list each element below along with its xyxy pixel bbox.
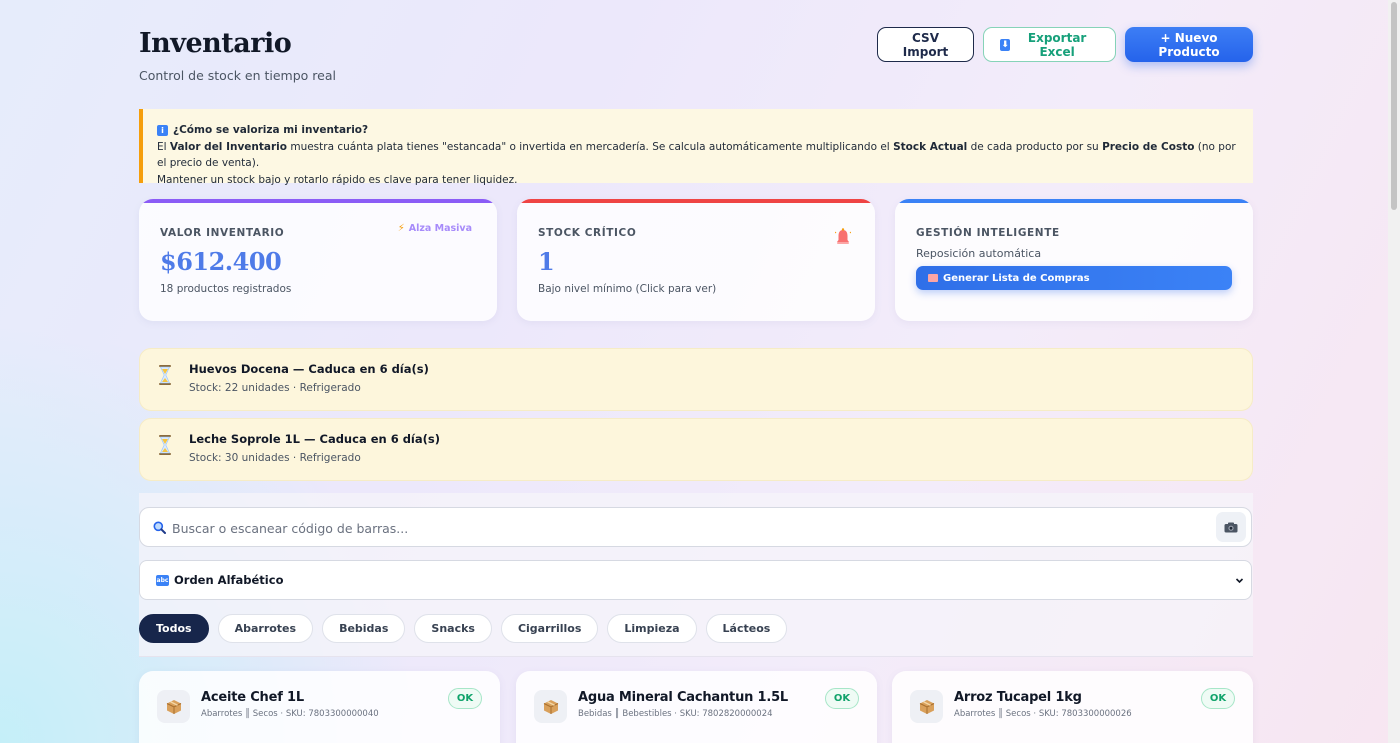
product-meta: Abarrotes ║ Secos · SKU: 7803300000040 <box>201 709 379 719</box>
search-box <box>139 507 1252 547</box>
category-chip-todos[interactable]: Todos <box>139 614 209 643</box>
critical-stock-label: STOCK CRÍTICO <box>538 227 637 239</box>
bulk-raise-button[interactable]: ⚡ Alza Masiva <box>398 223 472 234</box>
barcode-camera-button[interactable] <box>1216 512 1246 542</box>
info-text-3: de cada producto por su <box>967 140 1103 153</box>
inventory-page: Inventario Control de stock en tiempo re… <box>139 0 1253 743</box>
alert-sub: Stock: 30 unidades · Refrigerado <box>189 452 361 464</box>
info-text-5: Mantener un stock bajo y rotarlo rápido … <box>157 173 518 186</box>
chip-label: Bebidas <box>339 622 389 635</box>
alert-title: Leche Soprole 1L — Caduca en 6 día(s) <box>189 432 440 446</box>
smart-management-sub: Reposición automática <box>916 247 1042 260</box>
page-subtitle: Control de stock en tiempo real <box>139 68 336 83</box>
csv-import-label: CSV Import <box>902 30 949 59</box>
smart-management-label: GESTIÓN INTELIGENTE <box>916 227 1060 239</box>
new-product-button[interactable]: + Nuevo Producto <box>1125 27 1253 62</box>
critical-stock-count: 1 <box>538 247 555 276</box>
hourglass-icon <box>159 435 171 455</box>
inventory-value-card: VALOR INVENTARIO ⚡ Alza Masiva $612.400 … <box>139 199 497 321</box>
critical-stock-card[interactable]: STOCK CRÍTICO 1 Bajo nivel mínimo (Click… <box>517 199 875 321</box>
product-card[interactable]: Arroz Tucapel 1kg Abarrotes ║ Secos · SK… <box>892 671 1253 743</box>
lightning-icon: ⚡ <box>397 223 405 234</box>
export-excel-button[interactable]: ⬇ Exportar Excel <box>983 27 1116 62</box>
product-name: Aceite Chef 1L <box>201 690 304 705</box>
alert-sub: Stock: 22 unidades · Refrigerado <box>189 382 361 394</box>
status-badge: OK <box>448 688 482 709</box>
expiry-alert[interactable]: Huevos Docena — Caduca en 6 día(s) Stock… <box>139 348 1253 411</box>
abc-icon: abc <box>156 574 169 586</box>
chip-label: Limpieza <box>624 622 680 635</box>
page-title: Inventario <box>139 28 292 59</box>
info-bold-3: Precio de Costo <box>1102 140 1195 153</box>
scrollbar-thumb[interactable] <box>1391 2 1397 210</box>
product-name: Arroz Tucapel 1kg <box>954 690 1082 705</box>
chip-label: Snacks <box>431 622 475 635</box>
chip-label: Abarrotes <box>234 622 297 635</box>
registered-products-count: 18 productos registrados <box>160 283 292 295</box>
category-chip-abarrotes[interactable]: Abarrotes <box>217 614 314 643</box>
hourglass-icon <box>159 365 171 385</box>
info-bold-2: Stock Actual <box>893 140 968 153</box>
inventory-info-banner: i ¿Cómo se valoriza mi inventario? El Va… <box>139 109 1253 186</box>
chip-label: Lácteos <box>722 622 771 635</box>
category-chip-snacks[interactable]: Snacks <box>414 614 492 643</box>
category-chip-lacteos[interactable]: Lácteos <box>705 614 788 643</box>
info-text-2: muestra cuánta plata tienes "estancada" … <box>287 140 894 153</box>
status-badge: OK <box>1201 688 1235 709</box>
header-actions: CSV Import ⬇ Exportar Excel + Nuevo Prod… <box>877 27 1253 62</box>
product-card[interactable]: Aceite Chef 1L Abarrotes ║ Secos · SKU: … <box>139 671 500 743</box>
stat-cards: VALOR INVENTARIO ⚡ Alza Masiva $612.400 … <box>139 199 1253 321</box>
filter-panel: abc Orden Alfabético Todos Abarrotes Beb… <box>139 493 1253 657</box>
chip-label: Todos <box>156 622 192 635</box>
category-chip-bebidas[interactable]: Bebidas <box>322 614 406 643</box>
shopping-list-icon <box>928 274 938 282</box>
smart-management-card: GESTIÓN INTELIGENTE Reposición automátic… <box>895 199 1253 321</box>
csv-import-button[interactable]: CSV Import <box>877 27 974 62</box>
chip-label: Cigarrillos <box>517 622 582 635</box>
product-meta: Bebidas ║ Bebestibles · SKU: 78028200000… <box>578 709 773 719</box>
bell-icon <box>835 228 851 244</box>
product-meta: Abarrotes ║ Secos · SKU: 7803300000026 <box>954 709 1132 719</box>
sort-selected-label: Orden Alfabético <box>174 573 284 587</box>
search-input[interactable] <box>172 517 1202 539</box>
info-icon: i <box>157 124 168 136</box>
search-icon <box>153 521 166 534</box>
sort-select[interactable]: abc Orden Alfabético <box>139 560 1252 600</box>
package-icon <box>910 690 943 723</box>
info-banner-title: i ¿Cómo se valoriza mi inventario? <box>157 122 1239 139</box>
bulk-raise-label: Alza Masiva <box>408 223 472 234</box>
inventory-value-amount: $612.400 <box>160 247 282 276</box>
package-icon <box>157 690 190 723</box>
info-bold-1: Valor del Inventario <box>169 140 287 153</box>
camera-icon <box>1224 522 1238 532</box>
new-product-label: + Nuevo Producto <box>1158 30 1220 59</box>
generate-shopping-list-label: Generar Lista de Compras <box>943 272 1090 284</box>
category-chip-cigarrillos[interactable]: Cigarrillos <box>500 614 599 643</box>
info-banner-title-text: ¿Cómo se valoriza mi inventario? <box>173 124 369 136</box>
critical-stock-sub: Bajo nivel mínimo (Click para ver) <box>538 283 717 295</box>
page-header: Inventario Control de stock en tiempo re… <box>139 0 1253 100</box>
chevron-down-icon <box>1235 578 1244 584</box>
product-name: Agua Mineral Cachantun 1.5L <box>578 690 789 705</box>
package-icon <box>534 690 567 723</box>
alert-title: Huevos Docena — Caduca en 6 día(s) <box>189 362 429 376</box>
download-icon: ⬇ <box>1000 38 1011 51</box>
inventory-value-label: VALOR INVENTARIO <box>160 227 285 239</box>
product-card[interactable]: Agua Mineral Cachantun 1.5L Bebidas ║ Be… <box>516 671 877 743</box>
export-excel-label: Exportar Excel <box>1027 30 1087 59</box>
category-chip-limpieza[interactable]: Limpieza <box>607 614 697 643</box>
expiry-alert[interactable]: Leche Soprole 1L — Caduca en 6 día(s) St… <box>139 418 1253 481</box>
info-text-1: El <box>157 140 170 153</box>
category-filter-chips: Todos Abarrotes Bebidas Snacks Cigarrill… <box>139 614 788 643</box>
page-scrollbar[interactable] <box>1388 0 1400 743</box>
generate-shopping-list-button[interactable]: Generar Lista de Compras <box>916 266 1232 290</box>
status-badge: OK <box>825 688 859 709</box>
info-banner-text: El Valor del Inventario muestra cuánta p… <box>157 139 1239 189</box>
